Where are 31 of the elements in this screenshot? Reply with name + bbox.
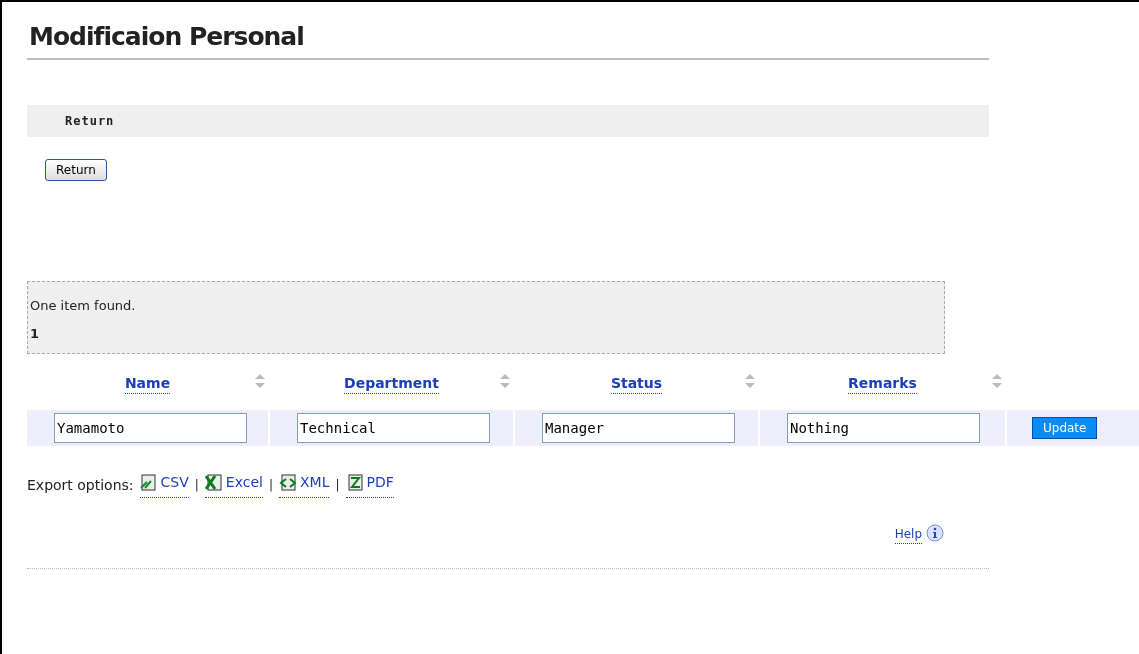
export-link[interactable]: Excel [204, 472, 263, 498]
column-header-link[interactable]: Name [124, 374, 171, 394]
export-link[interactable]: PDF [345, 472, 394, 498]
result-message: One item found. [29, 297, 137, 315]
export-label: Export options: [27, 475, 134, 495]
separator: | [268, 477, 273, 494]
input-field[interactable]: Yamamoto [54, 413, 247, 443]
section-heading: Return [65, 113, 115, 130]
separator: | [194, 477, 199, 494]
sort-icon[interactable] [745, 374, 755, 388]
input-field[interactable]: Manager [542, 413, 735, 443]
column-header-link[interactable]: Remarks [848, 374, 917, 394]
help-link[interactable]: Help [894, 524, 922, 544]
document-icon [204, 474, 222, 491]
sort-icon[interactable] [992, 374, 1002, 388]
document-icon [279, 474, 296, 491]
sort-icon[interactable] [255, 374, 265, 388]
input-field[interactable]: Nothing [787, 413, 980, 443]
input-field[interactable]: Technical [297, 413, 490, 443]
document-icon [139, 474, 157, 491]
page-number: 1 [29, 324, 41, 343]
page-title: Modificaion Personal [29, 22, 305, 52]
column-header-link[interactable]: Department [344, 374, 439, 394]
return-button[interactable]: Return [45, 159, 107, 181]
separator: | [335, 477, 340, 494]
column-header-link[interactable]: Status [610, 374, 663, 394]
sort-icon[interactable] [500, 374, 510, 388]
export-link[interactable]: XML [279, 472, 330, 498]
document-icon [345, 474, 363, 491]
export-link[interactable]: CSV [139, 472, 189, 498]
info-icon [925, 524, 945, 544]
